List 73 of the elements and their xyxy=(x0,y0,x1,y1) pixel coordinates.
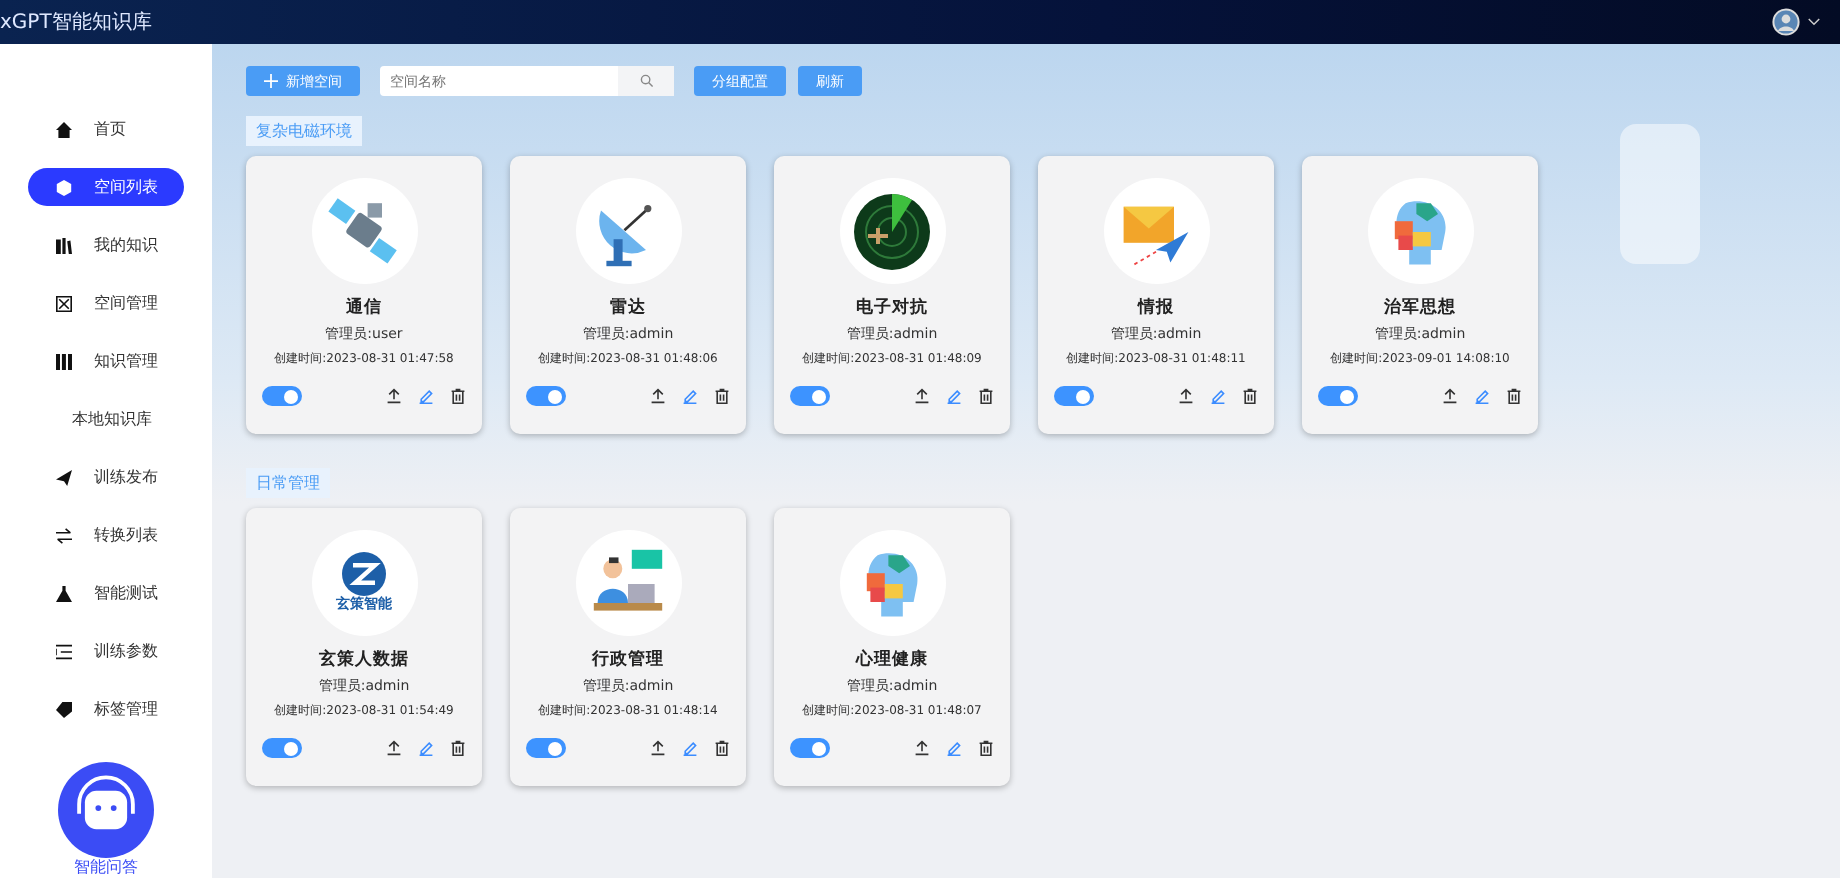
card-title: 情报 xyxy=(1138,296,1174,320)
delete-icon[interactable] xyxy=(450,388,466,404)
upload-icon[interactable] xyxy=(650,740,666,756)
card-title: 治军思想 xyxy=(1384,296,1456,320)
send-icon xyxy=(56,469,72,485)
card-title: 行政管理 xyxy=(592,648,664,672)
upload-icon[interactable] xyxy=(1442,388,1458,404)
sidebar-item[interactable]: 智能测试 xyxy=(28,574,184,612)
enable-toggle[interactable] xyxy=(526,386,566,406)
enable-toggle[interactable] xyxy=(790,738,830,758)
cube-icon xyxy=(56,179,72,195)
enable-toggle[interactable] xyxy=(1318,386,1358,406)
swap-icon xyxy=(56,527,72,543)
sidebar-item[interactable]: 空间列表 xyxy=(28,168,184,206)
upload-icon[interactable] xyxy=(386,388,402,404)
card-title: 心理健康 xyxy=(856,648,928,672)
card-title: 玄策人数据 xyxy=(319,648,409,672)
delete-icon[interactable] xyxy=(714,740,730,756)
app-title: xGPT智能知识库 xyxy=(0,9,152,36)
radar-screen-icon xyxy=(852,191,932,271)
sidebar-item[interactable]: 转换列表 xyxy=(28,516,184,554)
sidebar-item[interactable]: 标签管理 xyxy=(28,690,184,728)
sidebar-item[interactable]: 我的知识 xyxy=(28,226,184,264)
enable-toggle[interactable] xyxy=(1054,386,1094,406)
edit-icon[interactable] xyxy=(946,388,962,404)
upload-icon[interactable] xyxy=(914,388,930,404)
list-icon xyxy=(56,643,72,659)
upload-icon[interactable] xyxy=(1178,388,1194,404)
tag-icon xyxy=(56,701,72,717)
search-icon[interactable] xyxy=(639,74,653,88)
delete-icon[interactable] xyxy=(450,740,466,756)
box-icon xyxy=(56,295,72,311)
card-title: 通信 xyxy=(346,296,382,320)
upload-icon[interactable] xyxy=(650,388,666,404)
delete-icon[interactable] xyxy=(978,388,994,404)
sidebar-item[interactable]: 训练参数 xyxy=(28,632,184,670)
plus-icon xyxy=(264,74,278,88)
enable-toggle[interactable] xyxy=(526,738,566,758)
enable-toggle[interactable] xyxy=(262,738,302,758)
enable-toggle[interactable] xyxy=(790,386,830,406)
group-tag: 日常管理 xyxy=(246,468,330,498)
sidebar-item[interactable]: 训练发布 xyxy=(28,458,184,496)
enable-toggle[interactable] xyxy=(262,386,302,406)
sidebar-subitem[interactable]: 本地知识库 xyxy=(28,400,184,438)
background-artwork xyxy=(1620,124,1700,264)
upload-icon[interactable] xyxy=(386,740,402,756)
group-tag: 复杂电磁环境 xyxy=(246,116,362,146)
assistant-label[interactable]: 智能问答 xyxy=(74,858,138,878)
edit-icon[interactable] xyxy=(946,740,962,756)
edit-icon[interactable] xyxy=(1474,388,1490,404)
card-title: 电子对抗 xyxy=(856,296,928,320)
delete-icon[interactable] xyxy=(1242,388,1258,404)
edit-icon[interactable] xyxy=(1210,388,1226,404)
grid-icon xyxy=(56,353,72,369)
satellite-icon xyxy=(328,195,400,267)
flask-icon xyxy=(56,585,72,601)
sidebar-item[interactable]: 知识管理 xyxy=(28,342,184,380)
edit-icon[interactable] xyxy=(682,388,698,404)
upload-icon[interactable] xyxy=(914,740,930,756)
edit-icon[interactable] xyxy=(682,740,698,756)
edit-icon[interactable] xyxy=(418,388,434,404)
sidebar-item[interactable]: 首页 xyxy=(28,110,184,148)
delete-icon[interactable] xyxy=(978,740,994,756)
card-title: 雷达 xyxy=(610,296,646,320)
books-icon xyxy=(56,237,72,253)
edit-icon[interactable] xyxy=(418,740,434,756)
chevron-down-icon[interactable] xyxy=(1808,18,1820,26)
user-avatar-icon[interactable] xyxy=(1772,8,1800,36)
sidebar-item[interactable]: 空间管理 xyxy=(28,284,184,322)
delete-icon[interactable] xyxy=(714,388,730,404)
delete-icon[interactable] xyxy=(1506,388,1522,404)
home-icon xyxy=(56,121,72,137)
robot-assistant-icon[interactable] xyxy=(58,762,154,858)
